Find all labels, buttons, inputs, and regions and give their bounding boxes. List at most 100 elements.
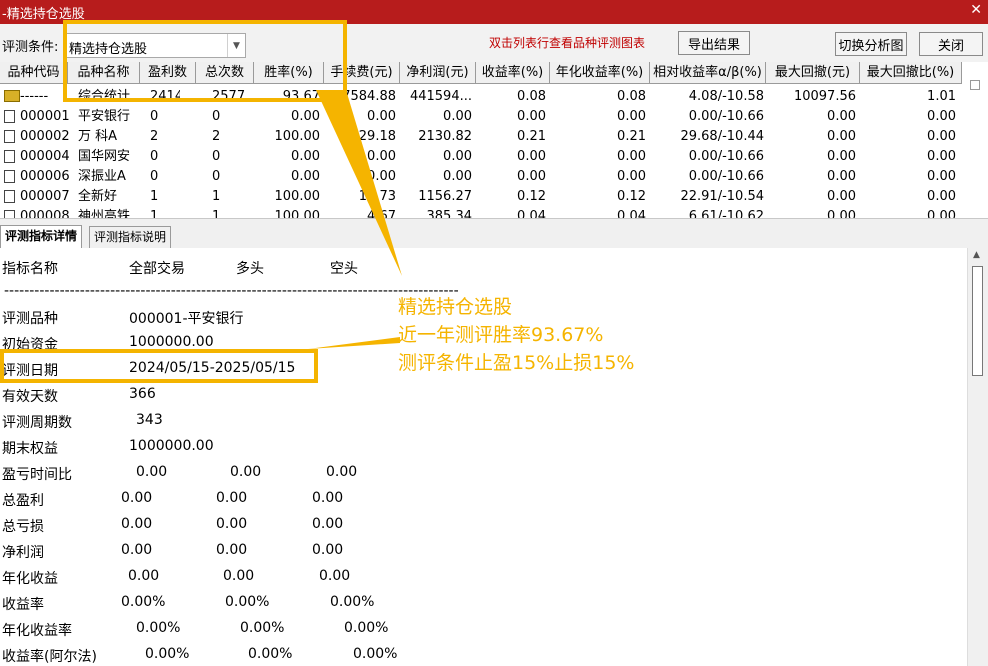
table-row[interactable]: 000002 万 科A 2 2 100.00 29.18 2130.82 0.21 0.21 29… — [0, 127, 962, 147]
cell-fee: 29.18 — [358, 129, 396, 144]
column-header[interactable]: 净利润(元) — [400, 62, 476, 84]
tab-metric-details[interactable]: 评测指标详情 — [0, 225, 83, 249]
detail-label: 年化收益 — [2, 571, 58, 587]
scroll-up-arrow-icon[interactable]: ▲ — [973, 250, 980, 260]
annotation-line-3: 测评条件止盈15%止损15% — [398, 352, 635, 374]
table-row[interactable]: 000006 深振业A 0 0 0.00 0.00 0.00 0.00 0.00 0.00/-10… — [0, 167, 962, 187]
detail-value-v1: 0.00 — [121, 542, 153, 558]
detail-scrollbar[interactable]: ▲ — [967, 248, 988, 666]
cell-name: 深振业A — [78, 169, 126, 184]
detail-value-v1: 000001-平安银行 — [129, 311, 244, 327]
table-row[interactable]: 000004 国华网安 0 0 0.00 0.00 0.00 0.00 0.00 0.00/-10… — [0, 147, 962, 167]
cell-maxdd: 0.00 — [827, 169, 856, 184]
detail-value-v1: 1000000.00 — [129, 438, 214, 454]
cell-annual: 0.04 — [617, 209, 646, 218]
table-row[interactable]: 000007 全新好 1 1 100.00 13.73 1156.27 0.12 0.12 22.… — [0, 187, 962, 207]
cell-maxddpct: 0.00 — [927, 209, 956, 218]
cell-code: 000008 — [20, 209, 70, 218]
cell-ret: 0.12 — [517, 189, 546, 204]
cell-total: 0 — [212, 149, 221, 164]
cell-fee: 0.00 — [367, 109, 396, 124]
column-header[interactable]: 年化收益率(%) — [550, 62, 650, 84]
cell-net: 1156.27 — [418, 189, 472, 204]
table-hint: 双击列表行查看品种评测图表 — [489, 36, 646, 50]
cell-maxdd: 0.00 — [827, 109, 856, 124]
cell-name: 神州高铁 — [78, 209, 131, 218]
detail-label: 有效天数 — [2, 389, 58, 405]
cell-annual: 0.21 — [617, 129, 646, 144]
tab-strip: 评测指标详情 评测指标说明 — [0, 218, 988, 249]
cell-ret: 0.00 — [517, 109, 546, 124]
cell-maxdd: 0.00 — [827, 129, 856, 144]
cell-winrate: 0.00 — [291, 109, 320, 124]
column-header[interactable]: 最大回撤比(%) — [860, 62, 962, 84]
column-header[interactable]: 品种代码 — [0, 62, 68, 84]
detail-value-v1: 0.00% — [121, 594, 166, 610]
cell-winrate: 100.00 — [274, 189, 321, 204]
cell-annual: 0.12 — [617, 189, 646, 204]
detail-value-v1: 0.00% — [145, 646, 190, 662]
cell-total: 0 — [212, 169, 221, 184]
export-results-button[interactable]: 导出结果 — [678, 31, 750, 55]
cell-ret: 0.21 — [517, 129, 546, 144]
cell-maxddpct: 0.00 — [927, 149, 956, 164]
column-header[interactable]: 收益率(%) — [476, 62, 550, 84]
detail-label: 收益率(阿尔法) — [2, 649, 97, 665]
document-icon — [4, 110, 15, 123]
column-header[interactable]: 最大回撤(元) — [766, 62, 860, 84]
detail-value-v2: 0.00% — [225, 594, 270, 610]
cell-wins: 0 — [150, 149, 159, 164]
table-row[interactable]: 000001 平安银行 0 0 0.00 0.00 0.00 0.00 0.00 0.00/-10… — [0, 107, 962, 127]
cell-name: 万 科A — [78, 129, 118, 144]
cell-fee: 13.73 — [358, 189, 396, 204]
cell-net: 385.34 — [426, 209, 473, 218]
table-row[interactable]: 000008 神州高铁 1 1 100.00 4.67 385.34 0.04 0.04 6.61… — [0, 207, 962, 218]
cell-maxddpct: 0.00 — [927, 169, 956, 184]
cell-ret: 0.00 — [517, 149, 546, 164]
detail-value-v2: 0.00 — [216, 542, 248, 558]
detail-value-v1: 0.00% — [136, 620, 181, 636]
condition-label: 评测条件: — [2, 40, 59, 55]
detail-value-v1: 343 — [136, 412, 163, 428]
detail-label: 净利润 — [2, 545, 44, 561]
cell-annual: 0.00 — [617, 109, 646, 124]
cell-code: 000007 — [20, 189, 70, 204]
cell-alpha: 0.00/-10.66 — [688, 149, 764, 164]
detail-value-v2: 0.00 — [216, 516, 248, 532]
detail-value-v2: 0.00 — [230, 464, 262, 480]
detail-value-v2: 0.00 — [223, 568, 255, 584]
detail-value-v3: 0.00% — [330, 594, 375, 610]
detail-header-long: 多头 — [236, 261, 264, 277]
cell-net: 0.00 — [443, 169, 472, 184]
detail-value-v3: 0.00% — [353, 646, 398, 662]
cell-net: 2130.82 — [418, 129, 472, 144]
detail-header-short: 空头 — [330, 261, 358, 277]
cell-winrate: 100.00 — [274, 129, 321, 144]
close-button[interactable]: 关闭 — [919, 32, 983, 56]
detail-value-v3: 0.00 — [312, 516, 344, 532]
detail-value-v2: 0.00 — [216, 490, 248, 506]
detail-value-v3: 0.00 — [312, 490, 344, 506]
detail-value-v3: 0.00 — [326, 464, 358, 480]
cell-code: 000001 — [20, 109, 70, 124]
document-icon — [4, 210, 15, 218]
cell-net: 0.00 — [443, 109, 472, 124]
detail-value-v1: 0.00 — [128, 568, 160, 584]
detail-value-v1: 0.00 — [121, 490, 153, 506]
scroll-thumb[interactable] — [972, 266, 983, 376]
cell-ret: 0.00 — [517, 169, 546, 184]
document-icon — [4, 190, 15, 203]
cell-code: 000004 — [20, 149, 70, 164]
cell-wins: 1 — [150, 209, 159, 218]
table-scroll-box[interactable] — [970, 80, 980, 90]
close-icon[interactable]: ✕ — [970, 2, 982, 18]
cell-winrate: 0.00 — [291, 149, 320, 164]
cell-name: 平安银行 — [78, 109, 131, 124]
tab-metric-description[interactable]: 评测指标说明 — [89, 226, 172, 248]
highlight-box-condition — [63, 20, 347, 102]
app-window: -精选持仓选股 ✕ 评测条件: 精选持仓选股 ▼ 双击列表行查看品种评测图表 导… — [0, 0, 988, 666]
cell-alpha: 29.68/-10.44 — [680, 129, 764, 144]
detail-value-v1: 1000000.00 — [129, 334, 214, 350]
switch-chart-button[interactable]: 切换分析图 — [835, 32, 907, 56]
column-header[interactable]: 相对收益率α/β(%) — [650, 62, 766, 84]
